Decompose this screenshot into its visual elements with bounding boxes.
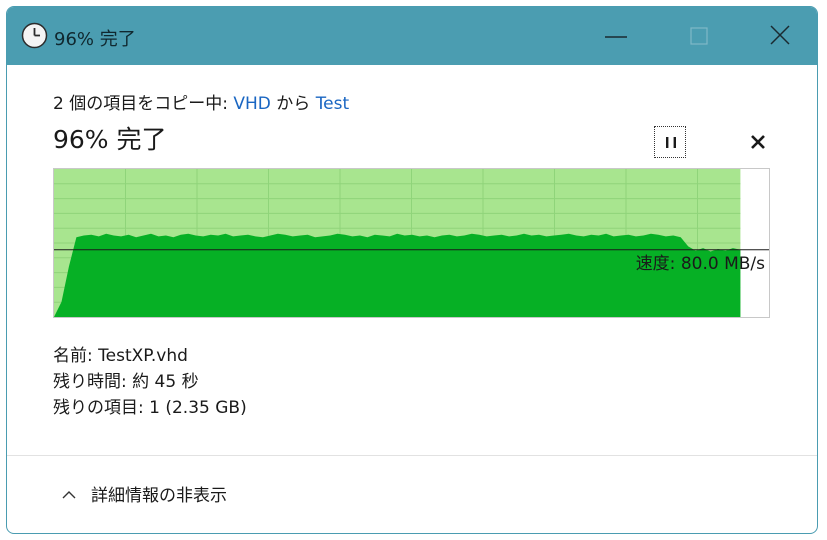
close-button[interactable] (751, 7, 811, 65)
details-panel: 名前: TestXP.vhd 残り時間: 約 45 秒 残りの項目: 1 (2.… (53, 343, 247, 421)
minimize-icon (605, 36, 627, 38)
throughput-area (54, 233, 741, 317)
chevron-up-icon (62, 490, 76, 498)
destination-link[interactable]: Test (316, 94, 349, 114)
title-bar[interactable]: 96% 完了 (7, 7, 817, 65)
cancel-button[interactable] (742, 126, 774, 158)
pause-button[interactable] (654, 126, 686, 158)
clock-icon (21, 22, 48, 49)
speed-label: 速度: 80.0 MB/s (635, 254, 765, 274)
items-remaining: 残りの項目: 1 (2.35 GB) (53, 398, 247, 418)
pause-icon (666, 137, 676, 148)
window-title: 96% 完了 (54, 29, 136, 50)
cancel-icon (751, 135, 765, 149)
source-link[interactable]: VHD (233, 94, 271, 114)
copy-count-text: 2 個の項目をコピー中: (53, 94, 234, 114)
copy-status-line: 2 個の項目をコピー中: VHD から Test (53, 89, 349, 114)
fewer-details-label: 詳細情報の非表示 (91, 486, 227, 506)
footer-divider (7, 455, 817, 456)
from-text: から (270, 94, 316, 114)
maximize-button[interactable] (671, 7, 731, 65)
speed-graph-svg (54, 169, 769, 317)
maximize-icon (690, 27, 708, 45)
copy-progress-dialog: 96% 完了 2 個の項目をコピー中: VHD から Test 96% 完了 速… (6, 6, 818, 534)
transfer-speed-graph: 速度: 80.0 MB/s (53, 168, 770, 318)
file-name: 名前: TestXP.vhd (53, 346, 188, 366)
minimize-button[interactable] (587, 7, 647, 65)
fewer-details-toggle[interactable]: 詳細情報の非表示 (61, 481, 227, 511)
close-icon (770, 25, 790, 45)
percent-complete-title: 96% 完了 (53, 125, 167, 154)
time-remaining: 残り時間: 約 45 秒 (53, 372, 199, 392)
